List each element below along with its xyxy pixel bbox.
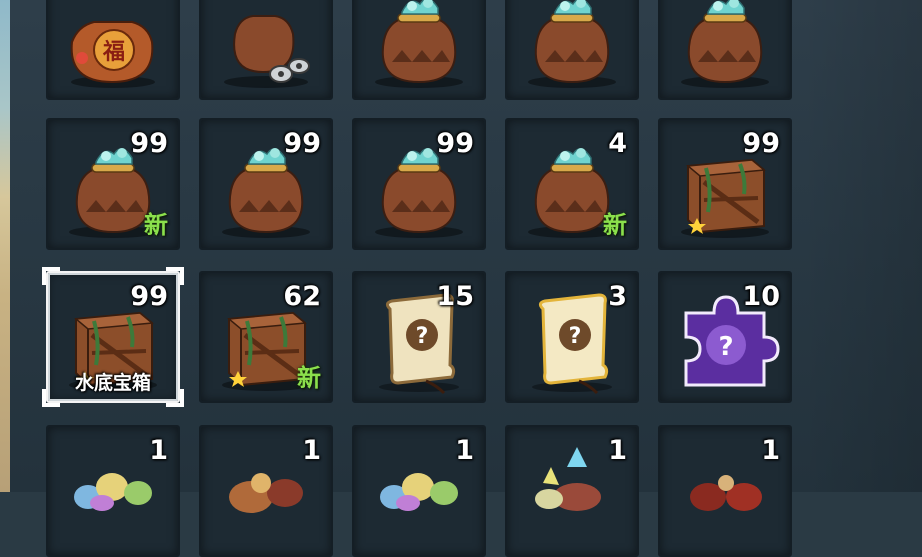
item-count: 15: [436, 281, 474, 312]
item-name-label: 水底宝箱: [74, 372, 151, 394]
inventory-slot-wooden-crate[interactable]: 99 水底宝箱: [42, 267, 184, 407]
selection-corner: [166, 267, 184, 285]
selection-corner: [42, 389, 60, 407]
inventory-slot-gem-sack[interactable]: [505, 0, 639, 100]
item-count: 4: [608, 128, 627, 159]
item-count: 99: [283, 128, 321, 159]
coin-pouch-icon: [224, 15, 310, 88]
item-count: 99: [436, 128, 474, 159]
inventory-slot-fortune-bag[interactable]: 福: [46, 0, 180, 100]
inventory-slot-wooden-crate[interactable]: 62 新: [199, 271, 333, 403]
new-badge: 新: [603, 211, 627, 239]
new-badge: 新: [297, 364, 321, 392]
inventory-slot-coin-pouch[interactable]: [199, 0, 333, 100]
item-count: 1: [455, 435, 474, 466]
item-count: 1: [761, 435, 780, 466]
item-count: 1: [149, 435, 168, 466]
svg-text:?: ?: [416, 324, 429, 349]
item-count: 99: [130, 281, 168, 312]
inventory-slot-golden-mystery-scroll[interactable]: ? 3: [505, 271, 639, 403]
inventory-slot-purple-puzzle-piece[interactable]: ? 10: [658, 271, 792, 403]
gem-sack-icon: [528, 0, 616, 88]
item-count: 1: [608, 435, 627, 466]
inventory-slot-red-monster-group[interactable]: 1: [658, 425, 792, 557]
inventory-slot-gem-sack[interactable]: 99: [199, 118, 333, 250]
inventory-slot-crystal-monster[interactable]: 1: [505, 425, 639, 557]
item-count: 99: [742, 128, 780, 159]
inventory-slot-egg-cluster[interactable]: 1: [352, 425, 486, 557]
inventory-slot-gem-sack[interactable]: [352, 0, 486, 100]
gem-sack-icon: [681, 0, 769, 88]
svg-text:?: ?: [569, 324, 582, 349]
selection-corner: [42, 267, 60, 285]
inventory-slot-gem-sack[interactable]: 4新: [505, 118, 639, 250]
inventory-slot-mystery-scroll[interactable]: ? 15: [352, 271, 486, 403]
inventory-slot-egg-cluster[interactable]: 1: [46, 425, 180, 557]
item-count: 62: [283, 281, 321, 312]
inventory-slot-gem-sack[interactable]: 99: [352, 118, 486, 250]
inventory-slot-gem-sack[interactable]: 99 新: [46, 118, 180, 250]
svg-text:?: ?: [718, 332, 733, 362]
inventory-slot-wooden-crate[interactable]: 99: [658, 118, 792, 250]
item-count: 99: [130, 128, 168, 159]
fortune-bag-icon: 福: [70, 21, 155, 88]
inventory-slot-gem-sack[interactable]: [658, 0, 792, 100]
item-count: 10: [742, 281, 780, 312]
item-count: 3: [608, 281, 627, 312]
inventory-slot-monster-bundle[interactable]: 1: [199, 425, 333, 557]
gem-sack-icon: [375, 0, 463, 88]
panel-shade: [802, 0, 922, 492]
svg-text:福: 福: [102, 40, 125, 65]
selection-corner: [166, 389, 184, 407]
beach-background: [0, 0, 10, 492]
new-badge: 新: [144, 211, 168, 239]
item-count: 1: [302, 435, 321, 466]
